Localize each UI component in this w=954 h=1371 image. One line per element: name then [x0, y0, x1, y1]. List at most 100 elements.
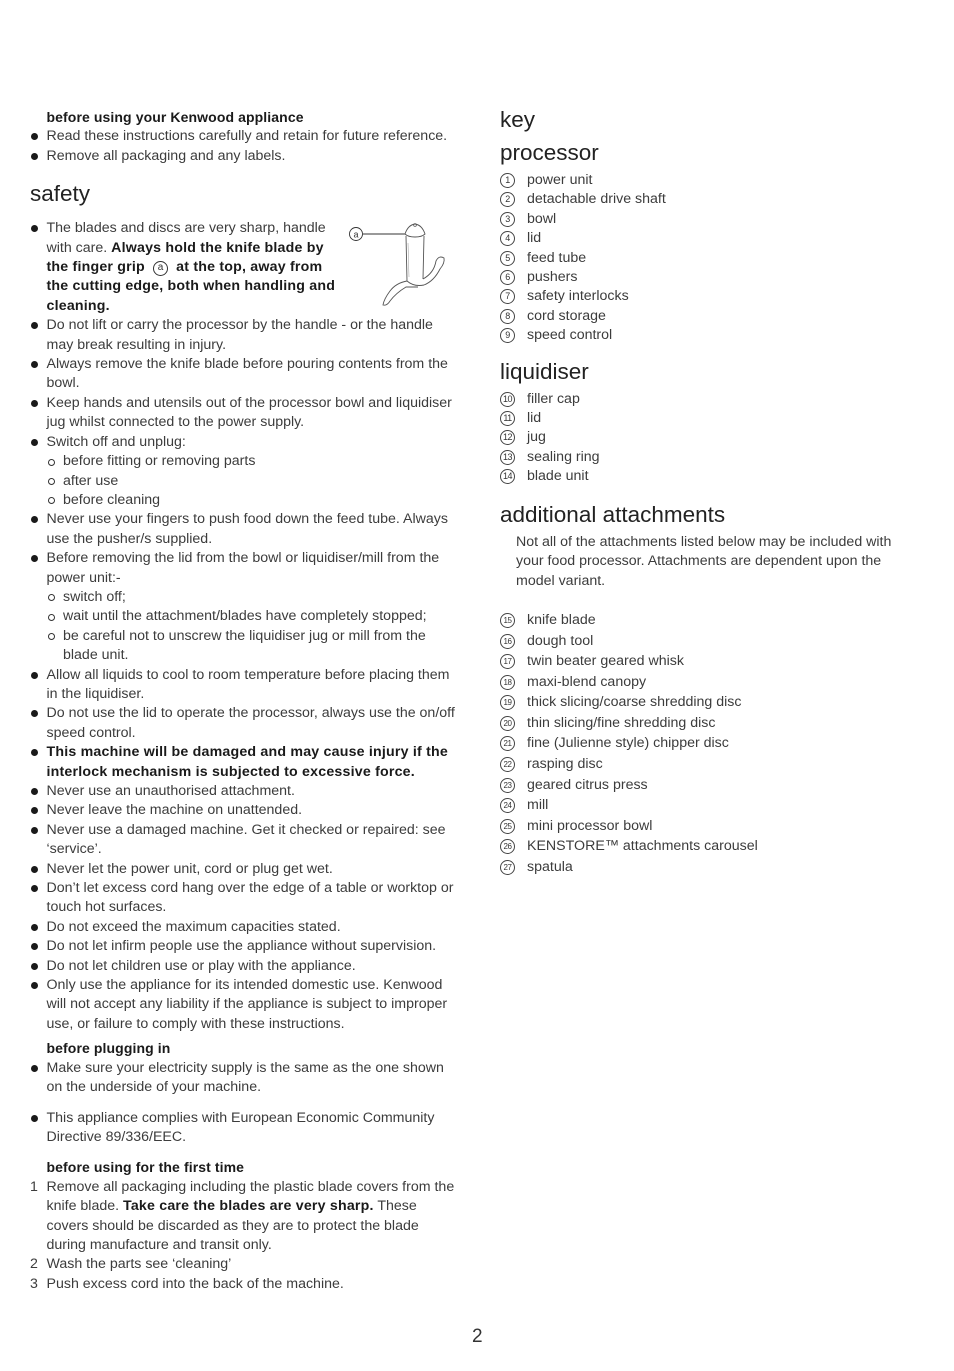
bullet-icon [31, 788, 38, 795]
number-badge-icon: 19 [500, 695, 515, 711]
number-badge-icon: 7 [500, 289, 515, 305]
list-item: Do not exceed the maximum capacities sta… [30, 918, 460, 937]
bullet-icon [31, 923, 38, 931]
bullet-icon [31, 749, 38, 757]
bullet-icon [31, 943, 38, 951]
number-badge-icon: 5 [500, 250, 515, 266]
key-item: 10 filler cap [500, 390, 920, 409]
liquidiser-key-list: 10 filler cap 11 lid 12 jug 13 sealing ring … [500, 390, 920, 487]
list-item: This appliance complies with European Ec… [30, 1109, 460, 1148]
key-item: 12 jug [500, 428, 920, 447]
key-item: 6 pushers [500, 268, 920, 287]
sub-list-item: before cleaning [47, 491, 461, 510]
list-item: Keep hands and utensils out of the proce… [30, 394, 460, 433]
bullet-icon [31, 885, 38, 893]
bullet-icon [31, 962, 38, 970]
intro-list: Read these instructions carefully and re… [30, 127, 460, 166]
list-item: The blades and discs are very sharp, han… [30, 219, 460, 316]
step-item: 1 Remove all packaging including the plas… [30, 1178, 455, 1253]
key-item: 27 spatula [500, 857, 920, 878]
list-item: Switch off and unplug: before fitting or… [30, 433, 460, 511]
first-time-heading: before using for the first time [46, 1159, 245, 1176]
bullet-icon [31, 555, 38, 563]
key-item: 9 speed control [500, 326, 920, 345]
attachments-note: Not all of the attachments listed below … [516, 533, 892, 589]
number-badge-icon: 4 [500, 231, 515, 247]
list-item: Always remove the knife blade before pou… [30, 355, 460, 394]
bullet-icon [31, 399, 38, 407]
key-item: 18 maxi-blend canopy [500, 672, 920, 693]
list-item: Remove all packaging and any labels. [30, 147, 460, 166]
bullet-icon [31, 361, 38, 369]
bullet-icon [31, 516, 38, 524]
list-item: Allow all liquids to cool to room temper… [30, 666, 460, 705]
list-item: Read these instructions carefully and re… [30, 127, 460, 146]
callout-a-icon: a [153, 261, 169, 277]
list-item: Don’t let excess cord hang over the edge… [30, 879, 460, 918]
step-item: 2 Wash the parts see ‘cleaning’ [30, 1256, 232, 1273]
bullet-icon [31, 1114, 38, 1122]
list-item: Before removing the lid from the bowl or… [30, 549, 460, 665]
number-badge-icon: 11 [500, 411, 515, 427]
hollow-bullet-icon [47, 594, 55, 602]
key-item: 21 fine (Julienne style) chipper disc [500, 733, 920, 754]
bullet-icon [31, 438, 38, 446]
key-item: 24 mill [500, 795, 920, 816]
key-item: 3 bowl [500, 210, 920, 229]
key-item: 15 knife blade [500, 610, 920, 631]
number-badge-icon: 14 [500, 469, 515, 485]
number-badge-icon: 21 [500, 736, 515, 752]
number-badge-icon: 8 [500, 308, 515, 324]
list-item: Make sure your electricity supply is the… [30, 1059, 460, 1098]
bullet-icon [31, 671, 38, 679]
number-badge-icon: 2 [500, 192, 515, 208]
sub-list-item: switch off; [47, 588, 461, 607]
number-badge-icon: 24 [500, 798, 515, 814]
sub-list-item: be careful not to unscrew the liquidiser… [47, 627, 461, 666]
hollow-bullet-icon [47, 633, 55, 641]
bullet-icon [31, 225, 38, 233]
number-badge-icon: 6 [500, 270, 515, 286]
sub-list: switch off; wait until the attachment/bl… [47, 588, 461, 666]
list-item: Do not let infirm people use the applian… [30, 937, 460, 956]
number-badge-icon: 22 [500, 757, 515, 773]
knife-blade-illustration: a [349, 223, 445, 306]
key-item: 11 lid [500, 409, 920, 428]
processor-key-list: 1 power unit 2 detachable drive shaft 3 bow… [500, 171, 920, 346]
bullet-icon [31, 152, 38, 160]
list-item: Do not use the lid to operate the proces… [30, 704, 460, 743]
bullet-icon [31, 982, 38, 990]
list-item: Never leave the machine on unattended. [30, 801, 460, 820]
number-badge-icon: 10 [500, 391, 515, 407]
plugging-heading: before plugging in [46, 1040, 171, 1057]
number-badge-icon: 18 [500, 674, 515, 690]
sub-list-item: before fitting or removing parts [47, 452, 461, 471]
bullet-icon [31, 826, 38, 834]
number-badge-icon: 17 [500, 654, 515, 670]
key-item: 23 geared citrus press [500, 775, 920, 796]
key-item: 5 feed tube [500, 249, 920, 268]
number-badge-icon: 27 [500, 860, 515, 876]
number-badge-icon: 1 [500, 173, 515, 188]
key-item: 19 thick slicing/coarse shredding disc [500, 692, 920, 713]
list-item: Never let the power unit, cord or plug g… [30, 860, 460, 879]
attachments-key-list: 15 knife blade 16 dough tool 17 twin beater… [500, 610, 920, 878]
processor-title: processor [500, 140, 599, 165]
number-badge-icon: 25 [500, 818, 515, 834]
page-number: 2 [472, 1326, 483, 1347]
number-badge-icon: 3 [500, 211, 515, 227]
intro-heading: before using your Kenwood appliance [46, 109, 304, 125]
key-item: 20 thin slicing/fine shredding disc [500, 713, 920, 734]
bullet-icon [31, 322, 38, 330]
liquidiser-title: liquidiser [500, 358, 589, 384]
key-item: 26 KENSTORE™ attachments carousel [500, 836, 920, 857]
bullet-icon [31, 710, 38, 718]
bullet-icon [31, 807, 38, 815]
sub-list-item: after use [47, 472, 461, 491]
list-item: Never use your fingers to push food down… [30, 510, 460, 549]
key-item: 14 blade unit [500, 467, 920, 486]
attachments-title: additional attachments [500, 501, 726, 527]
key-item: 13 sealing ring [500, 448, 920, 467]
right-column: key processor 1 power unit 2 detachable dr… [500, 106, 920, 878]
plugging-list: Make sure your electricity supply is the… [30, 1059, 460, 1148]
